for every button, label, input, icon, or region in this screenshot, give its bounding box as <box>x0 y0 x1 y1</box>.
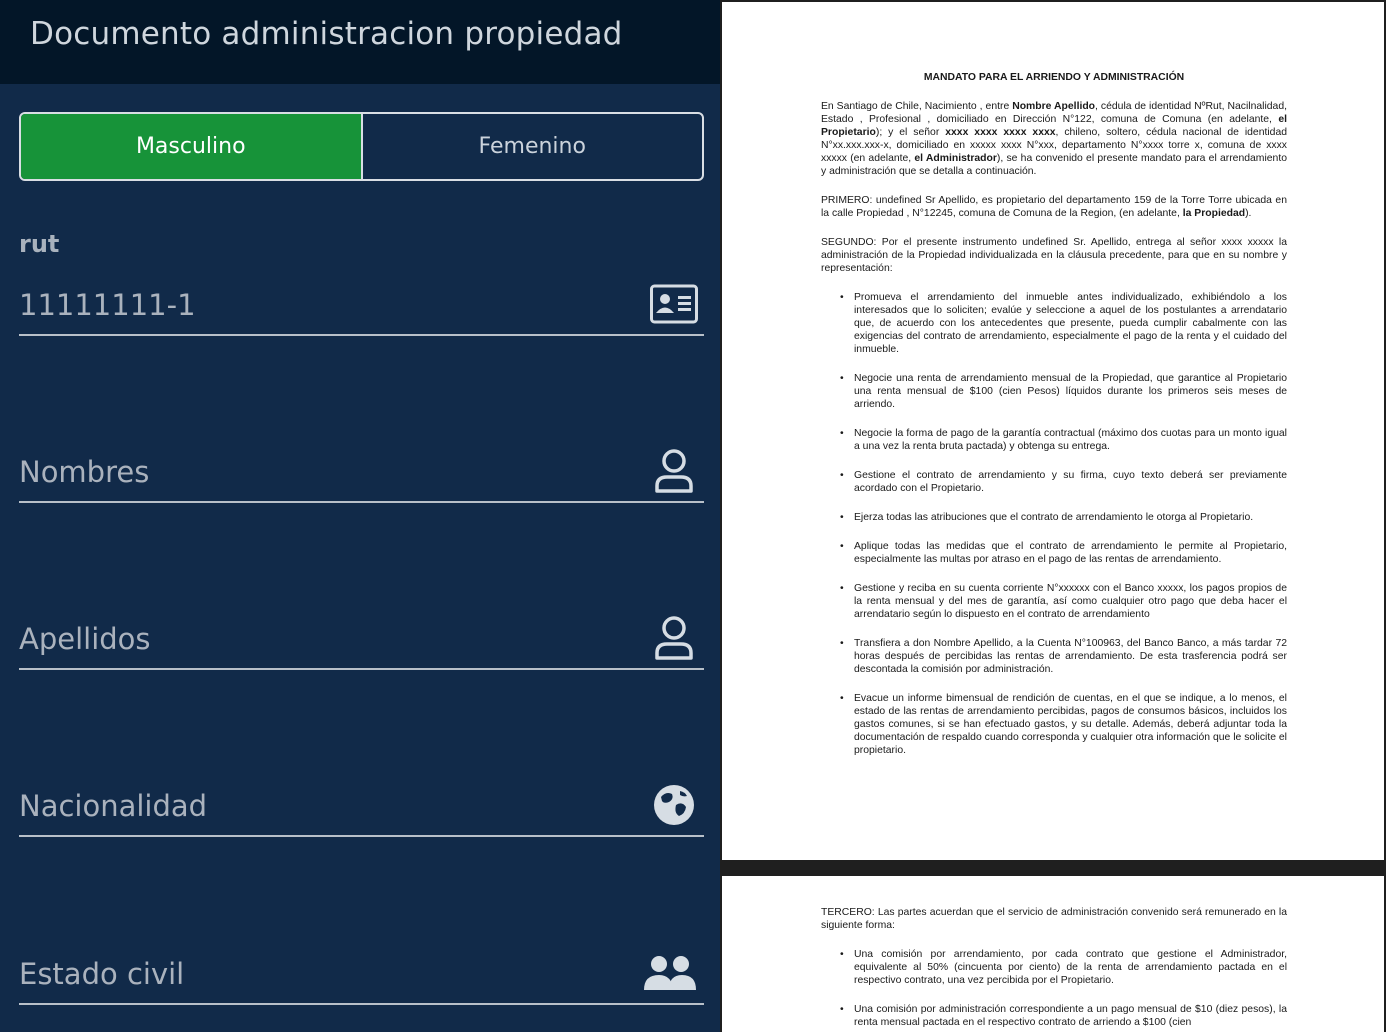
user-icon <box>650 447 698 495</box>
id-card-icon <box>650 280 698 328</box>
apellidos-field <box>19 610 704 670</box>
tercero-paragraph: TERCERO: Las partes acuerdan que el serv… <box>821 907 1287 931</box>
gender-female-button[interactable]: Femenino <box>360 114 703 179</box>
list-item: Negocie una renta de arrendamiento mensu… <box>821 372 1287 411</box>
nombres-input[interactable] <box>19 443 619 501</box>
document-page: MANDATO PARA EL ARRIENDO Y ADMINISTRACIÓ… <box>722 2 1384 860</box>
rut-input[interactable] <box>19 276 619 334</box>
list-item: Gestione el contrato de arrendamiento y … <box>821 469 1287 495</box>
nombres-field <box>19 443 704 503</box>
obligations-list: Promueva el arrendamiento del inmueble a… <box>821 291 1287 757</box>
list-item: Gestione y reciba en su cuenta corriente… <box>821 582 1287 621</box>
list-item: Ejerza todas las atribuciones que el con… <box>821 511 1287 524</box>
segundo-paragraph: SEGUNDO: Por el presente instrumento und… <box>821 237 1287 274</box>
list-item: Negocie la forma de pago de la garantía … <box>821 427 1287 453</box>
primero-paragraph: PRIMERO: undefined Sr Apellido, es propi… <box>821 195 1287 219</box>
list-item: Transfiera a don Nombre Apellido, a la C… <box>821 637 1287 676</box>
document-body: MANDATO PARA EL ARRIENDO Y ADMINISTRACIÓ… <box>821 71 1287 773</box>
rut-label: rut <box>19 230 60 258</box>
document-preview[interactable]: MANDATO PARA EL ARRIENDO Y ADMINISTRACIÓ… <box>720 0 1386 1032</box>
intro-paragraph: En Santiago de Chile, Nacimiento , entre… <box>821 101 1288 177</box>
app-bar: Documento administracion propiedad <box>0 0 720 84</box>
list-item: Aplique todas las medidas que el contrat… <box>821 540 1287 566</box>
document-body: TERCERO: Las partes acuerdan que el serv… <box>821 906 1287 1032</box>
page-title: Documento administracion propiedad <box>30 16 623 52</box>
apellidos-input[interactable] <box>19 610 619 668</box>
list-item: Promueva el arrendamiento del inmueble a… <box>821 291 1287 356</box>
document-page: TERCERO: Las partes acuerdan que el serv… <box>722 876 1384 1032</box>
fees-list: Una comisión por arrendamiento, por cada… <box>821 948 1287 1029</box>
globe-icon <box>650 781 698 829</box>
nacionalidad-field <box>19 777 704 837</box>
estado-civil-field <box>19 945 704 1005</box>
gender-toggle: Masculino Femenino <box>19 112 704 181</box>
user-icon <box>650 614 698 662</box>
rut-field <box>19 276 704 336</box>
list-item: Una comisión por administración correspo… <box>821 1003 1287 1029</box>
list-item: Evacue un informe bimensual de rendición… <box>821 692 1287 757</box>
list-item: Una comisión por arrendamiento, por cada… <box>821 948 1287 987</box>
nacionalidad-input[interactable] <box>19 777 619 835</box>
users-icon <box>642 949 698 997</box>
form-panel: Documento administracion propiedad Mascu… <box>0 0 720 1032</box>
gender-male-button[interactable]: Masculino <box>21 114 361 179</box>
document-title: MANDATO PARA EL ARRIENDO Y ADMINISTRACIÓ… <box>923 72 1185 83</box>
estado-civil-input[interactable] <box>19 945 619 1003</box>
